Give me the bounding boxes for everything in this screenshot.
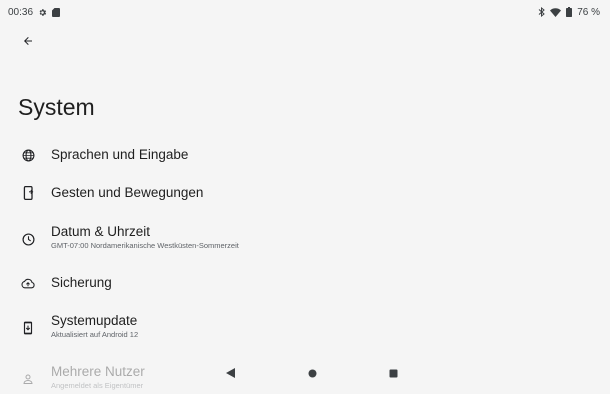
nav-home-button[interactable] xyxy=(305,367,319,381)
gear-icon xyxy=(38,8,47,17)
home-circle-icon xyxy=(308,365,317,383)
bluetooth-icon xyxy=(538,7,545,17)
page-title: System xyxy=(18,94,95,120)
list-item-label: Sicherung xyxy=(51,275,112,290)
recents-square-icon xyxy=(389,365,398,383)
list-item-gestures[interactable]: Gesten und Bewegungen xyxy=(0,184,610,202)
status-time: 00:36 xyxy=(8,6,34,18)
status-bar: 00:36 76 % xyxy=(0,0,610,24)
system-update-icon xyxy=(20,320,36,336)
nav-recents-button[interactable] xyxy=(386,367,400,381)
sd-card-icon xyxy=(52,7,61,17)
list-item-backup[interactable]: Sicherung xyxy=(0,274,610,292)
list-item-summary: Aktualisiert auf Android 12 xyxy=(51,330,139,339)
gesture-phone-icon xyxy=(20,185,36,201)
globe-icon xyxy=(20,147,36,163)
battery-percent: 76 % xyxy=(577,6,600,18)
navigation-bar xyxy=(0,361,610,387)
list-item-system-update[interactable]: Systemupdate Aktualisiert auf Android 12 xyxy=(0,313,610,343)
status-right: 76 % xyxy=(538,7,600,18)
cloud-upload-icon xyxy=(20,275,36,291)
clock-icon xyxy=(20,231,36,247)
list-item-label: Gesten und Bewegungen xyxy=(51,185,204,200)
battery-icon xyxy=(566,7,573,17)
back-button[interactable] xyxy=(15,31,41,55)
list-item-label: Systemupdate xyxy=(51,313,138,328)
arrow-left-icon xyxy=(22,34,34,52)
list-item-label: Datum & Uhrzeit xyxy=(51,224,151,239)
back-triangle-icon xyxy=(225,365,235,383)
wifi-icon xyxy=(550,7,562,17)
list-item-date-time[interactable]: Datum & Uhrzeit GMT-07:00 Nordamerikanis… xyxy=(0,224,610,254)
status-left: 00:36 xyxy=(8,6,61,18)
list-item-label: Sprachen und Eingabe xyxy=(51,147,189,162)
list-item-languages[interactable]: Sprachen und Eingabe xyxy=(0,146,610,164)
list-item-summary: GMT-07:00 Nordamerikanische Westküsten-S… xyxy=(51,241,239,250)
nav-back-button[interactable] xyxy=(223,367,237,381)
